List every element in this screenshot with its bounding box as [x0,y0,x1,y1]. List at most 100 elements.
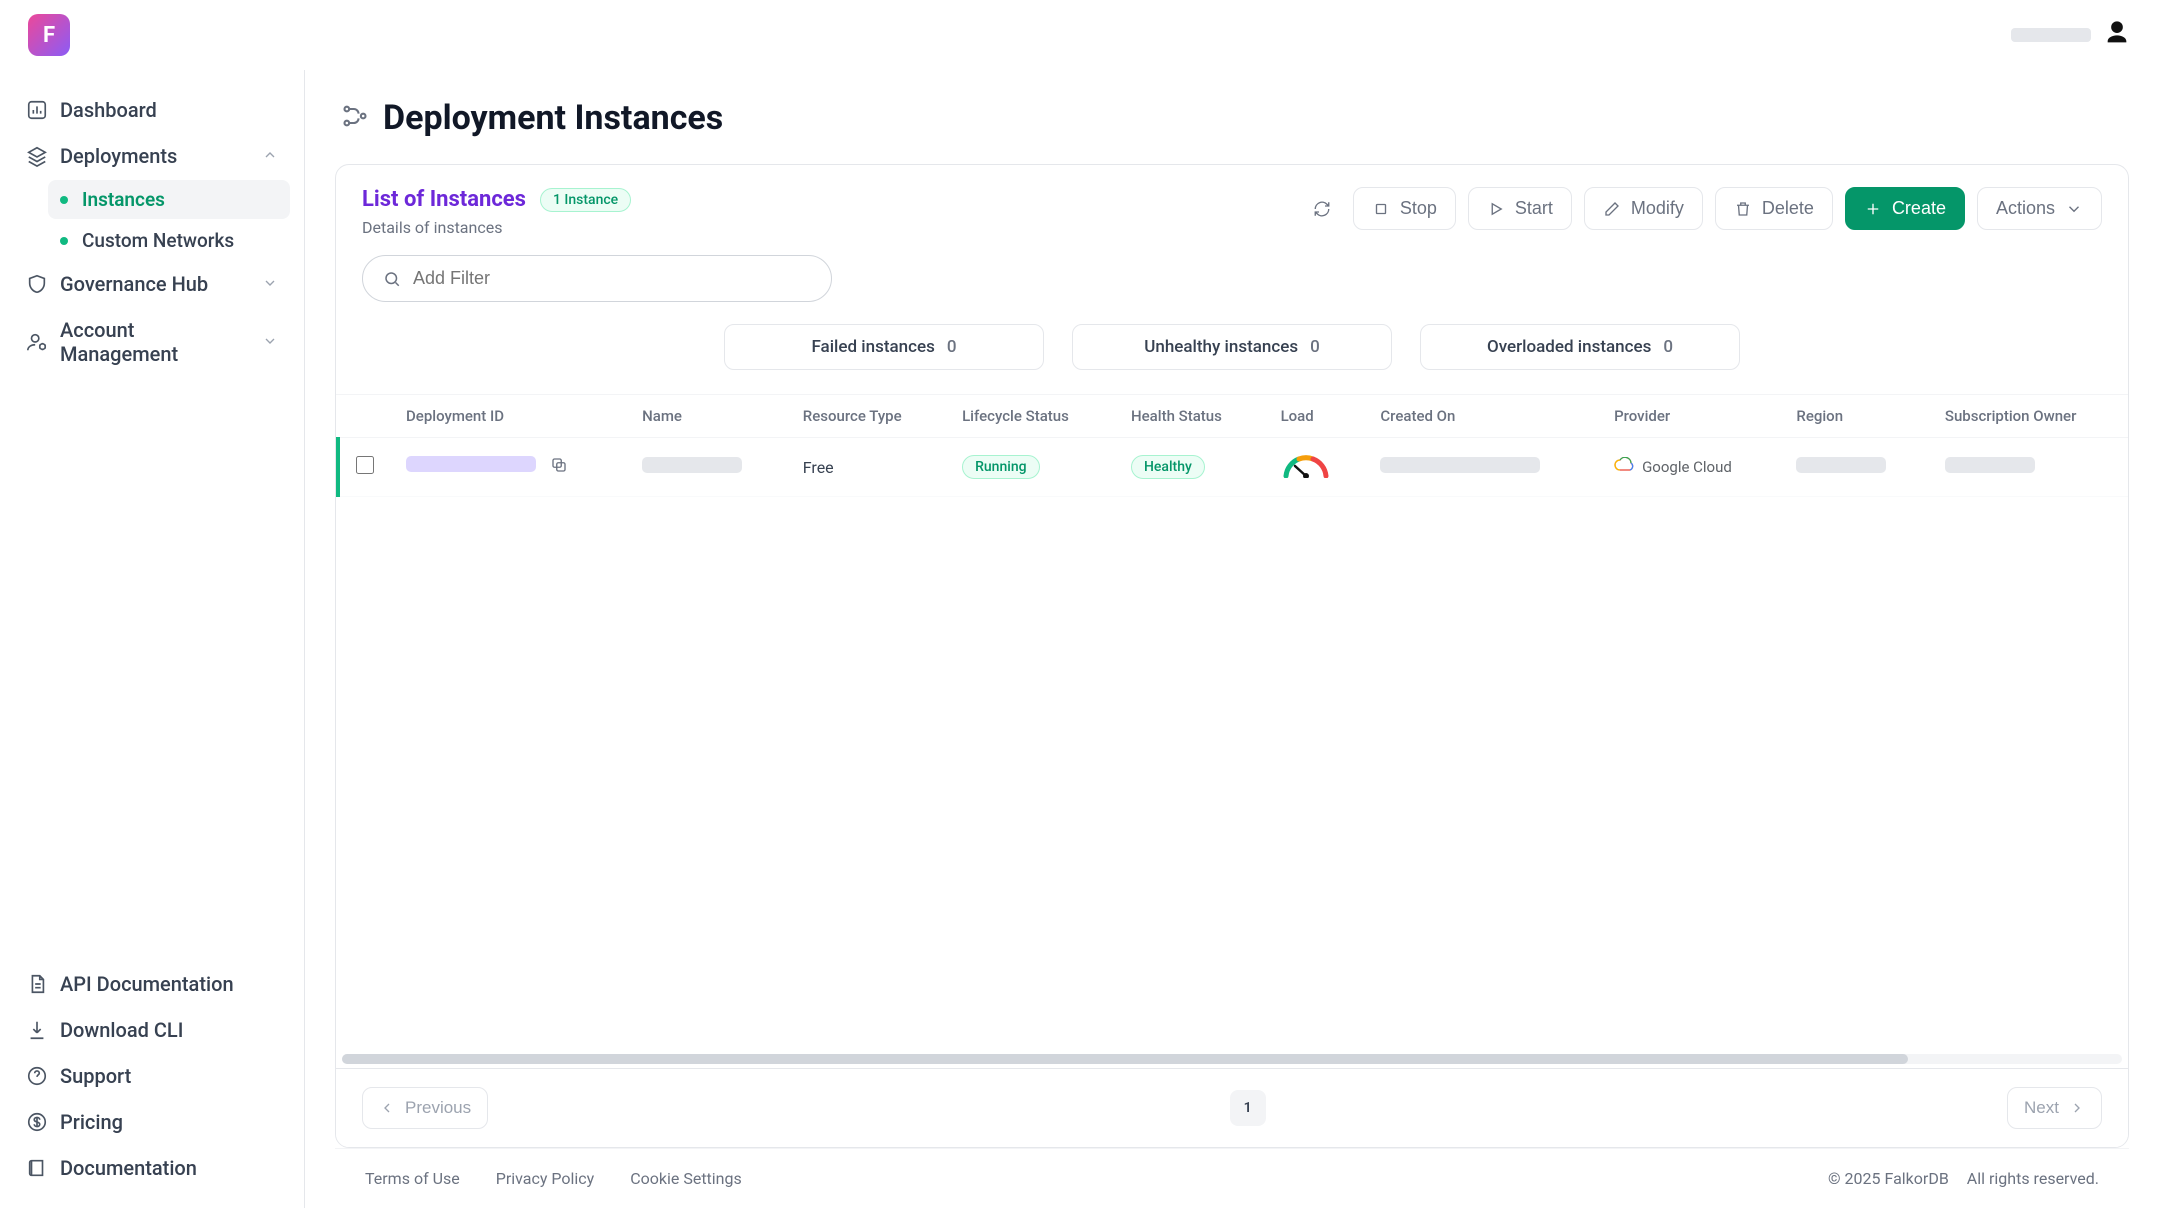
name-redacted [642,457,742,473]
footer-copyright: © 2025 FalkorDB [1828,1169,1949,1188]
start-button[interactable]: Start [1468,187,1572,230]
status-dot-icon [60,196,68,204]
stat-count: 0 [1663,337,1673,357]
search-icon [383,270,401,288]
create-button[interactable]: Create [1845,187,1965,230]
instance-count-badge: 1 Instance [540,188,631,212]
sidebar-item-account[interactable]: Account Management [14,308,290,376]
copy-button[interactable] [550,456,568,478]
load-gauge-icon [1281,463,1331,482]
user-icon [2103,19,2131,47]
stat-label: Unhealthy instances [1144,337,1298,357]
created-on-redacted [1380,457,1540,473]
footer-link-privacy[interactable]: Privacy Policy [496,1169,595,1188]
stat-unhealthy[interactable]: Unhealthy instances 0 [1072,324,1392,370]
trash-icon [1734,200,1752,218]
col-health-status[interactable]: Health Status [1115,395,1265,438]
sidebar-item-api-docs[interactable]: API Documentation [14,962,290,1006]
col-deployment-id[interactable]: Deployment ID [390,395,626,438]
sidebar-item-label: API Documentation [60,972,234,996]
sidebar-item-download-cli[interactable]: Download CLI [14,1008,290,1052]
horizontal-scrollbar[interactable] [342,1054,2122,1064]
cell-provider: Google Cloud [1642,458,1732,476]
filter-input[interactable] [362,255,832,302]
button-label: Modify [1631,198,1684,219]
table-row[interactable]: Free Running Healthy [338,438,2128,497]
button-label: Next [2024,1098,2059,1118]
layers-icon [26,145,48,167]
list-title: List of Instances [362,187,526,212]
modify-button[interactable]: Modify [1584,187,1703,230]
sidebar-item-support[interactable]: Support [14,1054,290,1098]
chevron-up-icon [262,144,278,168]
col-lifecycle-status[interactable]: Lifecycle Status [946,395,1115,438]
deployment-id-redacted [406,456,536,472]
actions-button[interactable]: Actions [1977,187,2102,230]
col-name[interactable]: Name [626,395,787,438]
sidebar: Dashboard Deployments Instances Custom N… [0,70,305,1208]
previous-button[interactable]: Previous [362,1087,488,1129]
pencil-icon [1603,200,1621,218]
footer-link-terms[interactable]: Terms of Use [365,1169,460,1188]
scrollbar-thumb[interactable] [342,1054,1908,1064]
col-resource-type[interactable]: Resource Type [787,395,946,438]
copy-icon [550,456,568,474]
stat-label: Overloaded instances [1487,337,1651,357]
page-title: Deployment Instances [383,98,723,138]
stat-failed[interactable]: Failed instances 0 [724,324,1044,370]
file-text-icon [26,973,48,995]
user-avatar[interactable] [2103,19,2131,51]
instances-table: Deployment ID Name Resource Type Lifecyc… [336,395,2128,497]
sidebar-item-documentation[interactable]: Documentation [14,1146,290,1190]
footer-link-cookies[interactable]: Cookie Settings [630,1169,742,1188]
chevron-down-icon [262,330,278,354]
stat-overloaded[interactable]: Overloaded instances 0 [1420,324,1740,370]
filter-text-field[interactable] [413,268,811,289]
health-status-badge: Healthy [1131,455,1205,479]
button-label: Create [1892,198,1946,219]
list-subtitle: Details of instances [362,218,631,237]
lifecycle-status-badge: Running [962,455,1039,479]
delete-button[interactable]: Delete [1715,187,1833,230]
button-label: Delete [1762,198,1814,219]
next-button[interactable]: Next [2007,1087,2102,1129]
col-region[interactable]: Region [1780,395,1929,438]
sidebar-item-instances[interactable]: Instances [48,180,290,219]
play-icon [1487,200,1505,218]
sidebar-item-label: Deployments [60,144,177,168]
sidebar-item-label: Pricing [60,1110,123,1134]
sidebar-item-label: Download CLI [60,1018,183,1042]
chevron-down-icon [2065,200,2083,218]
sidebar-item-custom-networks[interactable]: Custom Networks [48,221,290,260]
sidebar-item-label: Instances [82,188,165,211]
stop-button[interactable]: Stop [1353,187,1456,230]
sidebar-item-deployments[interactable]: Deployments [14,134,290,178]
current-page[interactable]: 1 [1230,1090,1266,1126]
footer-rights: All rights reserved. [1967,1169,2099,1188]
refresh-button[interactable] [1303,190,1341,228]
button-label: Actions [1996,198,2055,219]
chevron-down-icon [262,272,278,296]
stat-count: 0 [1310,337,1320,357]
sidebar-item-pricing[interactable]: Pricing [14,1100,290,1144]
col-subscription-owner[interactable]: Subscription Owner [1929,395,2128,438]
sidebar-item-label: Documentation [60,1156,197,1180]
owner-redacted [1945,457,2035,473]
app-logo[interactable]: F [28,14,70,56]
stop-icon [1372,200,1390,218]
sidebar-item-label: Support [60,1064,131,1088]
sidebar-item-governance[interactable]: Governance Hub [14,262,290,306]
book-icon [26,1157,48,1179]
dollar-icon [26,1111,48,1133]
col-created-on[interactable]: Created On [1364,395,1598,438]
google-cloud-icon [1614,457,1634,477]
col-provider[interactable]: Provider [1598,395,1780,438]
region-redacted [1796,457,1886,473]
username-redacted [2011,28,2091,42]
button-label: Stop [1400,198,1437,219]
row-select-checkbox[interactable] [356,456,374,474]
stat-label: Failed instances [811,337,934,357]
sidebar-item-dashboard[interactable]: Dashboard [14,88,290,132]
instances-card: List of Instances 1 Instance Details of … [335,164,2129,1148]
col-load[interactable]: Load [1265,395,1365,438]
